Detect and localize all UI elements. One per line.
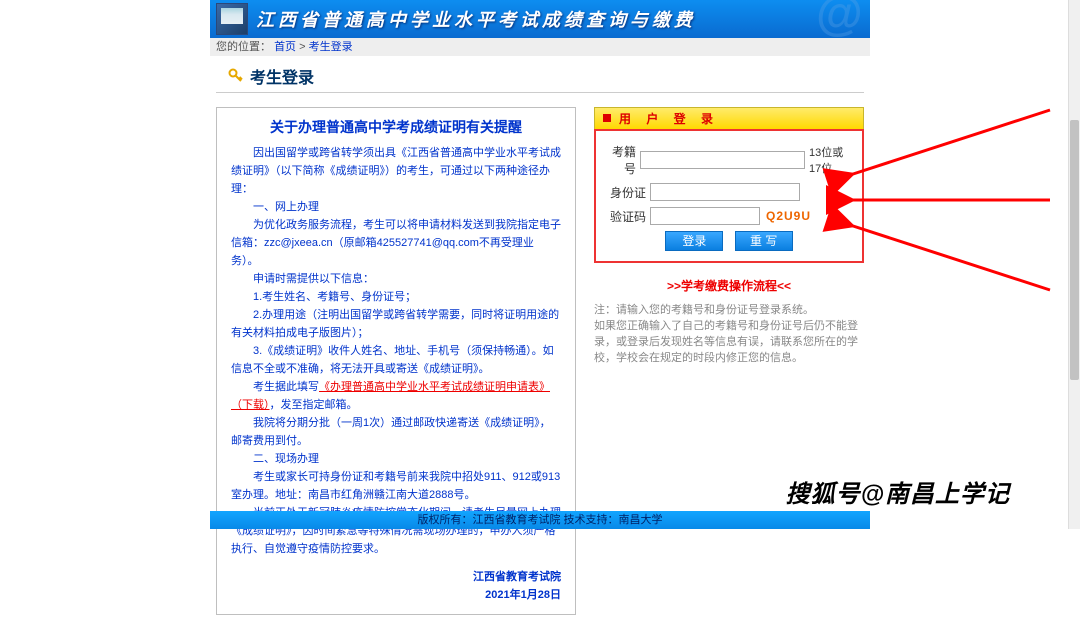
scrollbar[interactable] xyxy=(1068,0,1080,529)
monitor-icon xyxy=(216,3,248,35)
notice-li3: 3.《成绩证明》收件人姓名、地址、手机号（须保持畅通）。如信息不全或不准确，将无… xyxy=(231,342,561,378)
notice-s1-title: 一、网上办理 xyxy=(231,198,561,216)
notice-li1: 1.考生姓名、考籍号、身份证号； xyxy=(231,288,561,306)
notice-s2-p1: 考生或家长可持身份证和考籍号前来我院中招处911、912或913室办理。地址：南… xyxy=(231,468,561,504)
captcha-input[interactable] xyxy=(650,207,760,225)
id-label: 身份证 xyxy=(606,184,646,201)
breadcrumb-current: 考生登录 xyxy=(309,41,353,53)
captcha-label: 验证码 xyxy=(606,208,646,225)
breadcrumb-label: 您的位置： xyxy=(216,41,271,53)
notice-s1-p2: 申请时需提供以下信息： xyxy=(231,270,561,288)
at-decoration-icon: @ xyxy=(815,0,862,30)
key-icon xyxy=(228,68,244,84)
notice-li2: 2.办理用途（注明出国留学或跨省转学需要，同时将证明用途的有关材料拍成电子版图片… xyxy=(231,306,561,342)
notice-s2-title: 二、现场办理 xyxy=(231,450,561,468)
footer: 版权所有：江西省教育考试院 技术支持：南昌大学 xyxy=(210,511,870,529)
notice-s1-p3: 考生据此填写《办理普通高中学业水平考试成绩证明申请表》（下载），发至指定邮箱。 xyxy=(231,378,561,414)
reset-button[interactable]: 重 写 xyxy=(735,231,793,251)
watermark: 搜狐号@南昌上学记 xyxy=(786,474,1010,509)
scrollbar-thumb[interactable] xyxy=(1070,120,1079,380)
notice-s1-p4: 我院将分期分批（一周1次）通过邮政快递寄送《成绩证明》，邮寄费用到付。 xyxy=(231,414,561,450)
site-banner: 江西省普通高中学业水平考试成绩查询与缴费 @ xyxy=(210,0,870,38)
id-input[interactable] xyxy=(650,183,800,201)
breadcrumb-home-link[interactable]: 首页 xyxy=(274,41,296,53)
section-header: 考生登录 xyxy=(216,58,864,93)
page-title: 考生登录 xyxy=(250,64,314,88)
notice-date: 2021年1月28日 xyxy=(231,586,561,604)
exam-no-hint: 13位或17位 xyxy=(809,144,852,176)
login-box: 用 户 登 录 考籍号 13位或17位 身份证 验证码 Q2U9U xyxy=(594,107,864,263)
notice-p1: 因出国留学或跨省转学须出具《江西省普通高中学业水平考试成绩证明》（以下简称《成绩… xyxy=(231,144,561,198)
login-note: 注：请输入您的考籍号和身份证号登录系统。 如果您正确输入了自己的考籍号和身份证号… xyxy=(594,302,864,366)
banner-title: 江西省普通高中学业水平考试成绩查询与缴费 xyxy=(256,6,696,32)
login-button[interactable]: 登录 xyxy=(665,231,723,251)
login-caption: 用 户 登 录 xyxy=(594,107,864,129)
flow-link[interactable]: >>学考缴费操作流程<< xyxy=(594,277,864,294)
captcha-image[interactable]: Q2U9U xyxy=(766,209,811,223)
exam-no-label: 考籍号 xyxy=(606,143,636,177)
breadcrumb-sep: > xyxy=(299,41,308,53)
exam-no-input[interactable] xyxy=(640,151,805,169)
notice-org: 江西省教育考试院 xyxy=(231,568,561,586)
breadcrumb: 您的位置： 首页 > 考生登录 xyxy=(210,38,870,56)
notice-s1-p1: 为优化政务服务流程，考生可以将申请材料发送到我院指定电子信箱：zzc@jxeea… xyxy=(231,216,561,270)
notice-heading: 关于办理普通高中学考成绩证明有关提醒 xyxy=(231,118,561,136)
notice-panel: 关于办理普通高中学考成绩证明有关提醒 因出国留学或跨省转学须出具《江西省普通高中… xyxy=(216,107,576,615)
